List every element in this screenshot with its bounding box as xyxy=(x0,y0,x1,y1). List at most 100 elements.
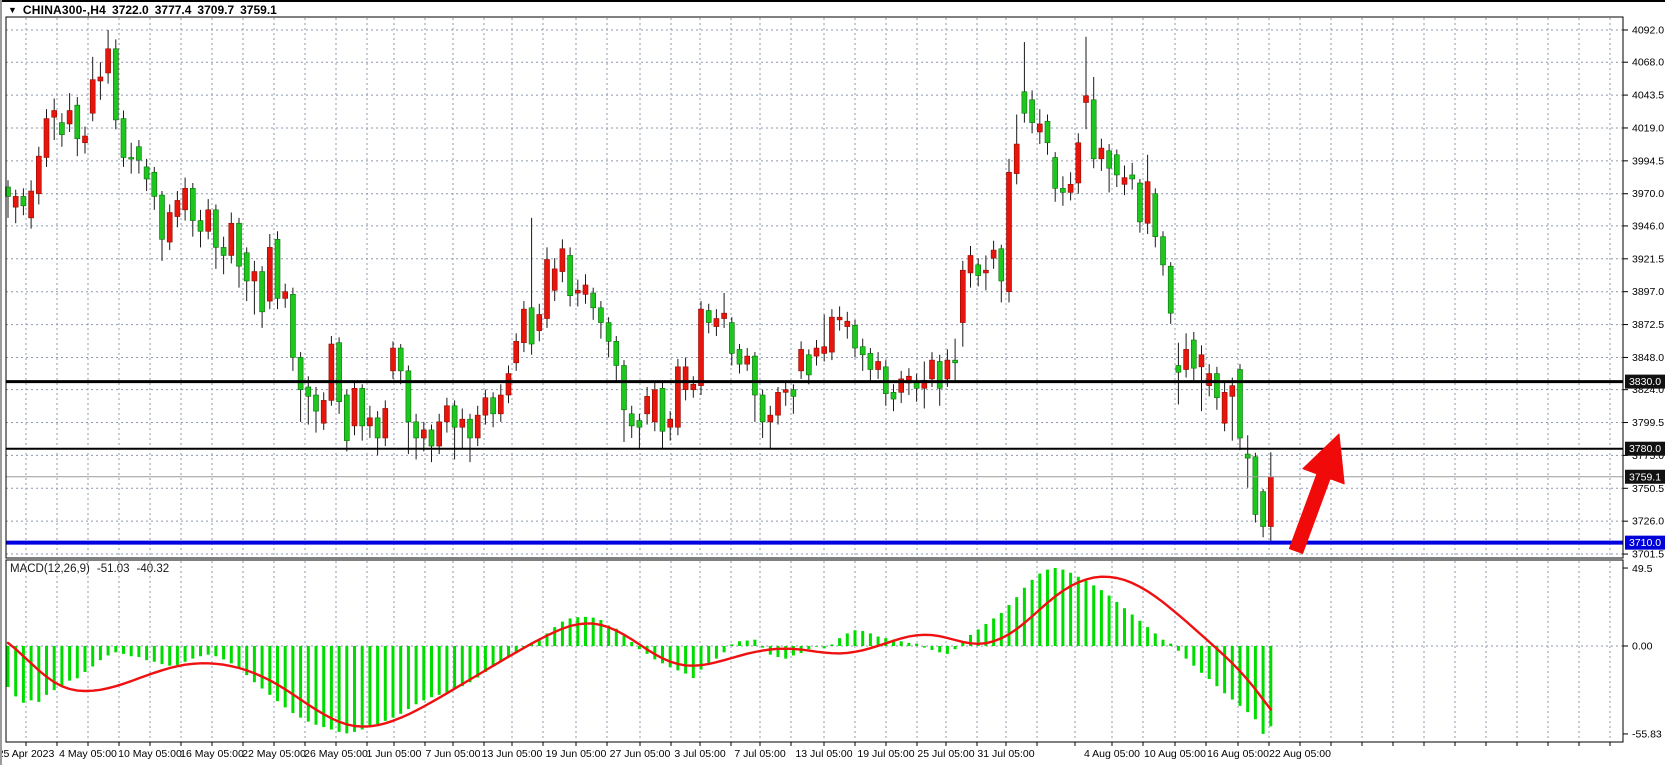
candle-bullish[interactable] xyxy=(206,210,211,231)
candle-bullish[interactable] xyxy=(1222,392,1227,423)
time-axis-label[interactable]: 13 Jul 05:00 xyxy=(795,748,852,760)
time-axis-label[interactable]: 19 Jun 05:00 xyxy=(546,748,607,760)
candle-bullish[interactable] xyxy=(483,398,488,415)
candle-bullish[interactable] xyxy=(175,200,180,216)
candle-bearish[interactable] xyxy=(637,421,642,428)
candle-bearish[interactable] xyxy=(1030,100,1035,123)
price-axis-label[interactable]: 3921.5 xyxy=(1632,253,1664,265)
candle-bullish[interactable] xyxy=(383,408,388,438)
candle-bullish[interactable] xyxy=(475,415,480,438)
candle-bullish[interactable] xyxy=(683,367,688,390)
candle-bearish[interactable] xyxy=(121,119,126,158)
price-axis-label[interactable]: 3970.0 xyxy=(1632,188,1664,200)
candle-bullish[interactable] xyxy=(1184,349,1189,369)
candle-bullish[interactable] xyxy=(930,360,935,379)
candle-bullish[interactable] xyxy=(691,384,696,389)
time-axis-label[interactable]: 4 Aug 05:00 xyxy=(1084,748,1140,760)
candle-bullish[interactable] xyxy=(699,309,704,385)
candle-bullish[interactable] xyxy=(1084,96,1089,103)
candle-bearish[interactable] xyxy=(868,353,873,369)
candle-bullish[interactable] xyxy=(321,400,326,423)
candle-bearish[interactable] xyxy=(306,387,311,396)
candle-bearish[interactable] xyxy=(1022,92,1027,113)
candle-bearish[interactable] xyxy=(113,49,118,120)
time-axis-label[interactable]: 25 Jul 05:00 xyxy=(917,748,974,760)
time-axis-label[interactable]: 13 Jun 05:00 xyxy=(482,748,543,760)
macd-axis-min[interactable]: -55.83 xyxy=(1632,728,1662,740)
candle-bullish[interactable] xyxy=(1230,386,1235,397)
candle-bearish[interactable] xyxy=(752,356,757,395)
candle-bearish[interactable] xyxy=(1161,237,1166,265)
candle-bearish[interactable] xyxy=(314,395,319,411)
candle-bullish[interactable] xyxy=(829,317,834,352)
time-axis-label[interactable]: 31 Jul 05:00 xyxy=(977,748,1034,760)
candle-bullish[interactable] xyxy=(560,249,565,272)
candle-bullish[interactable] xyxy=(722,313,727,318)
candle-bearish[interactable] xyxy=(591,293,596,308)
candle-bearish[interactable] xyxy=(160,195,165,239)
candle-bullish[interactable] xyxy=(36,156,41,194)
candle-bullish[interactable] xyxy=(44,119,49,158)
candle-bullish[interactable] xyxy=(521,309,526,343)
candle-bearish[interactable] xyxy=(213,210,218,248)
candle-bearish[interactable] xyxy=(198,221,203,232)
candle-bearish[interactable] xyxy=(1053,157,1058,188)
candle-bullish[interactable] xyxy=(960,270,965,322)
candle-bearish[interactable] xyxy=(1130,175,1135,179)
candle-bullish[interactable] xyxy=(1076,143,1081,183)
time-axis-label[interactable]: 10 Aug 05:00 xyxy=(1144,748,1206,760)
candle-bearish[interactable] xyxy=(1214,374,1219,398)
candle-bearish[interactable] xyxy=(1238,370,1243,438)
candle-bullish[interactable] xyxy=(283,292,288,299)
candle-bearish[interactable] xyxy=(360,388,365,426)
candle-bearish[interactable] xyxy=(129,157,134,159)
candle-bullish[interactable] xyxy=(776,392,781,415)
candle-bearish[interactable] xyxy=(606,323,611,342)
candle-bearish[interactable] xyxy=(806,355,811,375)
candle-bearish[interactable] xyxy=(706,310,711,322)
candle-bearish[interactable] xyxy=(737,349,742,364)
candle-bearish[interactable] xyxy=(152,172,157,196)
candle-bearish[interactable] xyxy=(190,188,195,220)
candle-bullish[interactable] xyxy=(444,406,449,422)
candle-bearish[interactable] xyxy=(1045,121,1050,142)
price-axis-label[interactable]: 3994.5 xyxy=(1632,155,1664,167)
candle-bullish[interactable] xyxy=(1007,172,1012,291)
candle-bearish[interactable] xyxy=(406,371,411,422)
candle-bullish[interactable] xyxy=(552,269,557,290)
time-axis-label[interactable]: 7 Jul 05:00 xyxy=(734,748,786,760)
candle-bullish[interactable] xyxy=(183,188,188,209)
candle-bearish[interactable] xyxy=(221,247,226,255)
candle-bullish[interactable] xyxy=(498,395,503,414)
time-axis-label[interactable]: 1 Jun 05:00 xyxy=(367,748,422,760)
time-axis-label[interactable]: 26 May 05:00 xyxy=(304,748,368,760)
candle-bearish[interactable] xyxy=(1107,151,1112,168)
price-axis-label[interactable]: 3848.0 xyxy=(1632,352,1664,364)
candle-bullish[interactable] xyxy=(645,396,650,413)
candle-bullish[interactable] xyxy=(106,49,111,73)
candle-bearish[interactable] xyxy=(491,398,496,414)
candle-bearish[interactable] xyxy=(614,341,619,365)
candle-bearish[interactable] xyxy=(260,272,265,312)
time-axis-label[interactable]: 16 May 05:00 xyxy=(180,748,244,760)
candle-bearish[interactable] xyxy=(1137,183,1142,222)
time-axis-label[interactable]: 7 Jun 05:00 xyxy=(426,748,481,760)
candle-bearish[interactable] xyxy=(1191,340,1196,368)
candle-bearish[interactable] xyxy=(999,249,1004,281)
candle-bearish[interactable] xyxy=(298,357,303,389)
candle-bearish[interactable] xyxy=(729,323,734,354)
candle-bearish[interactable] xyxy=(937,361,942,388)
time-axis-label[interactable]: 4 May 05:00 xyxy=(59,748,117,760)
candle-bullish[interactable] xyxy=(583,285,588,294)
candle-bearish[interactable] xyxy=(1153,194,1158,237)
candle-bearish[interactable] xyxy=(1060,188,1065,192)
candle-bearish[interactable] xyxy=(468,419,473,438)
candle-bearish[interactable] xyxy=(136,147,141,160)
candle-bullish[interactable] xyxy=(814,348,819,356)
candle-bullish[interactable] xyxy=(837,317,842,320)
candle-bullish[interactable] xyxy=(229,223,234,255)
price-axis-label[interactable]: 3799.5 xyxy=(1632,417,1664,429)
candle-bearish[interactable] xyxy=(344,395,349,441)
candle-bullish[interactable] xyxy=(252,272,257,281)
price-axis-label[interactable]: 4019.0 xyxy=(1632,122,1664,134)
